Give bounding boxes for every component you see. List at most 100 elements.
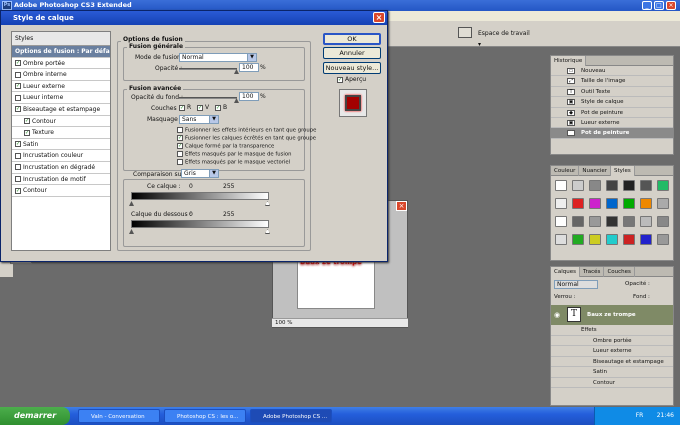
effect-row[interactable]: Contour xyxy=(551,378,673,388)
style-swatch[interactable] xyxy=(572,180,584,191)
style-item[interactable]: ✓ Ombre portée xyxy=(12,58,110,70)
fill-opacity-slider[interactable] xyxy=(179,97,237,99)
opacity-slider[interactable] xyxy=(179,68,237,70)
style-swatch[interactable] xyxy=(623,234,635,245)
zoom-level[interactable]: 100 % xyxy=(275,320,292,326)
cancel-button[interactable]: Annuler xyxy=(323,47,381,59)
advanced-checkbox[interactable]: ✓ Calque formé par la transparence xyxy=(177,143,305,151)
style-item[interactable]: ✓ Satin xyxy=(12,139,110,151)
style-swatch[interactable] xyxy=(555,234,567,245)
style-swatch[interactable] xyxy=(623,198,635,209)
style-swatch[interactable] xyxy=(606,234,618,245)
style-item[interactable]: Ombre interne xyxy=(12,69,110,81)
effect-row[interactable]: Satin xyxy=(551,367,673,378)
dialog-titlebar[interactable]: Style de calque xyxy=(1,11,387,25)
style-item[interactable]: ✓ Lueur externe xyxy=(12,81,110,93)
dock-icon[interactable] xyxy=(458,27,472,38)
style-swatch[interactable] xyxy=(606,180,618,191)
dialog-close-icon[interactable]: × xyxy=(373,12,385,23)
style-swatch[interactable] xyxy=(589,216,601,227)
style-swatch[interactable] xyxy=(555,180,567,191)
tray-language[interactable]: FR xyxy=(636,412,644,419)
history-item[interactable]: ▣ Lueur externe xyxy=(551,118,673,129)
start-button[interactable]: demarrer xyxy=(0,407,70,425)
style-swatch[interactable] xyxy=(657,198,669,209)
effect-row[interactable]: Biseautage et estampage xyxy=(551,357,673,367)
style-item[interactable]: Incrustation couleur xyxy=(12,150,110,162)
history-item[interactable]: ▣ Style de calque xyxy=(551,97,673,108)
style-swatch[interactable] xyxy=(606,216,618,227)
style-item[interactable]: Incrustation en dégradé xyxy=(12,162,110,174)
new-style-button[interactable]: Nouveau style... xyxy=(323,62,381,74)
style-swatch[interactable] xyxy=(589,198,601,209)
tab-history[interactable]: Historique xyxy=(551,56,587,66)
style-swatch[interactable] xyxy=(589,180,601,191)
style-swatch[interactable] xyxy=(606,198,618,209)
ok-button[interactable]: OK xyxy=(323,33,381,45)
opacity-input[interactable]: 100 xyxy=(239,63,259,72)
style-swatch[interactable] xyxy=(555,216,567,227)
style-item[interactable]: ✓ Contour xyxy=(12,116,110,128)
knockout-select[interactable]: Sans ▼ xyxy=(179,115,219,124)
blend-mode-select[interactable]: Normal ▼ xyxy=(179,53,257,62)
layer-mode-select[interactable]: Normal xyxy=(554,280,598,289)
style-swatch[interactable] xyxy=(623,216,635,227)
tab-layers[interactable]: Calques xyxy=(551,267,580,277)
preview-checkbox[interactable]: ✓ Aperçu xyxy=(337,76,366,83)
style-swatch[interactable] xyxy=(572,216,584,227)
style-item[interactable]: ✓ Contour xyxy=(12,185,110,197)
channel-v-checkbox[interactable]: ✓ V xyxy=(197,104,209,111)
style-swatch[interactable] xyxy=(657,216,669,227)
style-item[interactable]: Incrustation de motif xyxy=(12,174,110,186)
effect-row[interactable]: Ombre portée xyxy=(551,336,673,346)
style-item[interactable]: ✓ Texture xyxy=(12,127,110,139)
maximize-icon[interactable]: □ xyxy=(654,1,664,10)
style-item[interactable]: Options de fusion : Par défaut xyxy=(12,46,110,58)
style-swatch[interactable] xyxy=(657,180,669,191)
taskbar-item[interactable]: Photoshop CS : les o... xyxy=(164,409,246,423)
advanced-checkbox[interactable]: Effets masqués par le masque vectoriel xyxy=(177,159,305,167)
this-layer-gradient[interactable] xyxy=(131,192,269,200)
blend-if-select[interactable]: Gris ▼ xyxy=(181,169,219,178)
channel-b-checkbox[interactable]: ✓ B xyxy=(215,104,227,111)
style-swatch[interactable] xyxy=(572,234,584,245)
style-swatch[interactable] xyxy=(572,198,584,209)
minimize-icon[interactable]: _ xyxy=(642,1,652,10)
style-swatch[interactable] xyxy=(623,180,635,191)
channel-r-checkbox[interactable]: ✓ R xyxy=(179,104,191,111)
history-item[interactable]: ◆ Pot de peinture xyxy=(551,128,673,139)
taskbar-item[interactable]: Valn - Conversation xyxy=(78,409,160,423)
style-swatch[interactable] xyxy=(589,234,601,245)
document-close-icon[interactable]: × xyxy=(396,201,407,211)
style-swatch[interactable] xyxy=(640,234,652,245)
tab-paths[interactable]: Tracés xyxy=(580,267,605,277)
history-item[interactable]: ▭ Nouveau xyxy=(551,66,673,77)
eye-icon[interactable]: ◉ xyxy=(554,311,560,319)
close-icon[interactable]: × xyxy=(666,1,676,10)
fill-opacity-input[interactable]: 100 xyxy=(239,92,259,101)
effects-row[interactable]: Effets xyxy=(551,325,673,336)
tab-swatches[interactable]: Nuancier xyxy=(579,166,612,176)
workspace-button[interactable]: Espace de travail ▾ xyxy=(478,28,533,48)
tab-color[interactable]: Couleur xyxy=(551,166,580,176)
style-swatch[interactable] xyxy=(640,198,652,209)
advanced-checkbox[interactable]: ✓ Fusionner les calques écrêtés en tant q… xyxy=(177,135,316,143)
tab-styles[interactable]: Styles xyxy=(611,166,635,176)
this-layer-max: 255 xyxy=(223,183,235,190)
style-swatch[interactable] xyxy=(555,198,567,209)
history-item[interactable]: ◆ Pot de peinture xyxy=(551,108,673,118)
effect-row[interactable]: Lueur externe xyxy=(551,346,673,357)
tab-channels[interactable]: Couches xyxy=(604,267,635,277)
history-item[interactable]: ⤢ Taille de l'image xyxy=(551,76,673,87)
style-item[interactable]: Lueur interne xyxy=(12,92,110,104)
history-item[interactable]: T Outil Texte xyxy=(551,87,673,98)
style-swatch[interactable] xyxy=(657,234,669,245)
style-swatch[interactable] xyxy=(640,180,652,191)
style-swatch[interactable] xyxy=(640,216,652,227)
taskbar-item[interactable]: Adobe Photoshop CS ... xyxy=(250,409,332,423)
underlying-gradient[interactable] xyxy=(131,220,269,228)
style-item[interactable]: ✓ Biseautage et estampage xyxy=(12,104,110,116)
styles-header[interactable]: Styles xyxy=(12,32,110,46)
advanced-checkbox[interactable]: Effets masqués par le masque de fusion xyxy=(177,151,305,159)
advanced-checkbox[interactable]: Fusionner les effets intérieurs en tant … xyxy=(177,127,316,135)
